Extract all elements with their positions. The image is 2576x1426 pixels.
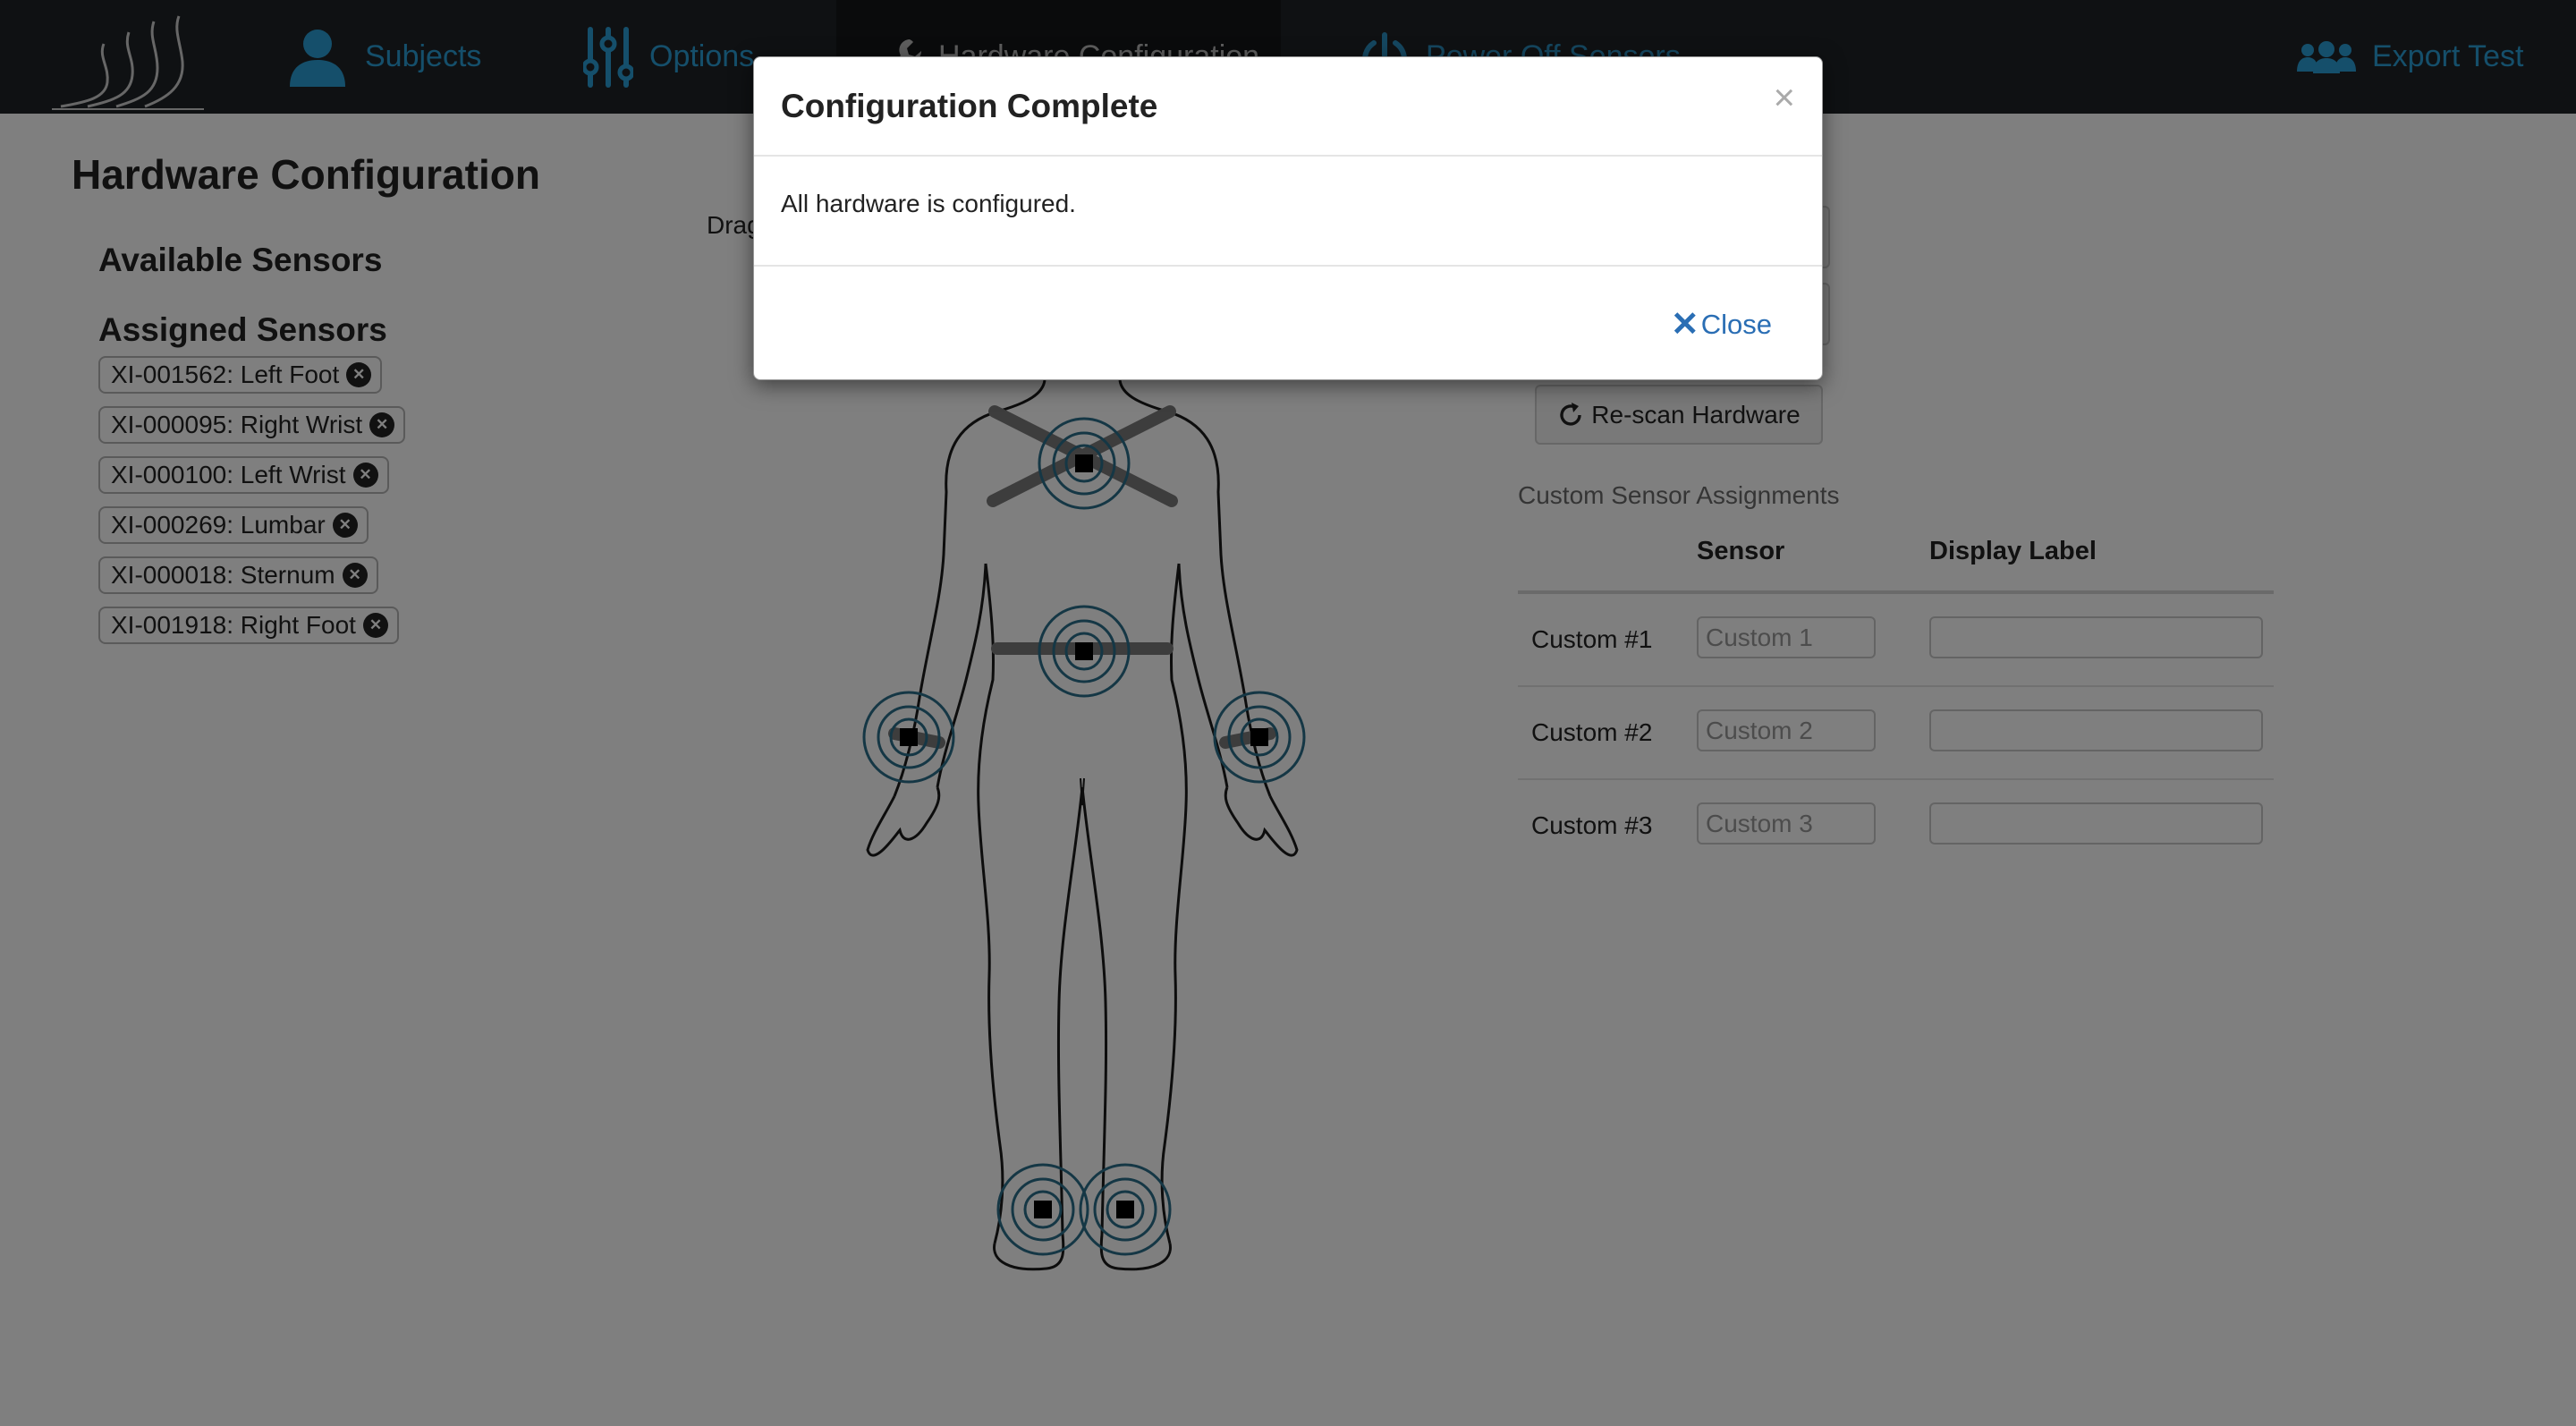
configuration-complete-dialog: Configuration Complete × All hardware is… [753, 56, 1823, 380]
x-icon: ✕ [1670, 306, 1699, 344]
close-button[interactable]: ✕ Close [1671, 304, 1772, 344]
modal-footer: ✕ Close [754, 265, 1822, 381]
close-icon[interactable]: × [1773, 79, 1795, 116]
modal-title: Configuration Complete [781, 88, 1158, 124]
modal-message: All hardware is configured. [781, 190, 1076, 217]
modal-header: Configuration Complete × [754, 57, 1822, 157]
close-button-label: Close [1700, 308, 1772, 340]
